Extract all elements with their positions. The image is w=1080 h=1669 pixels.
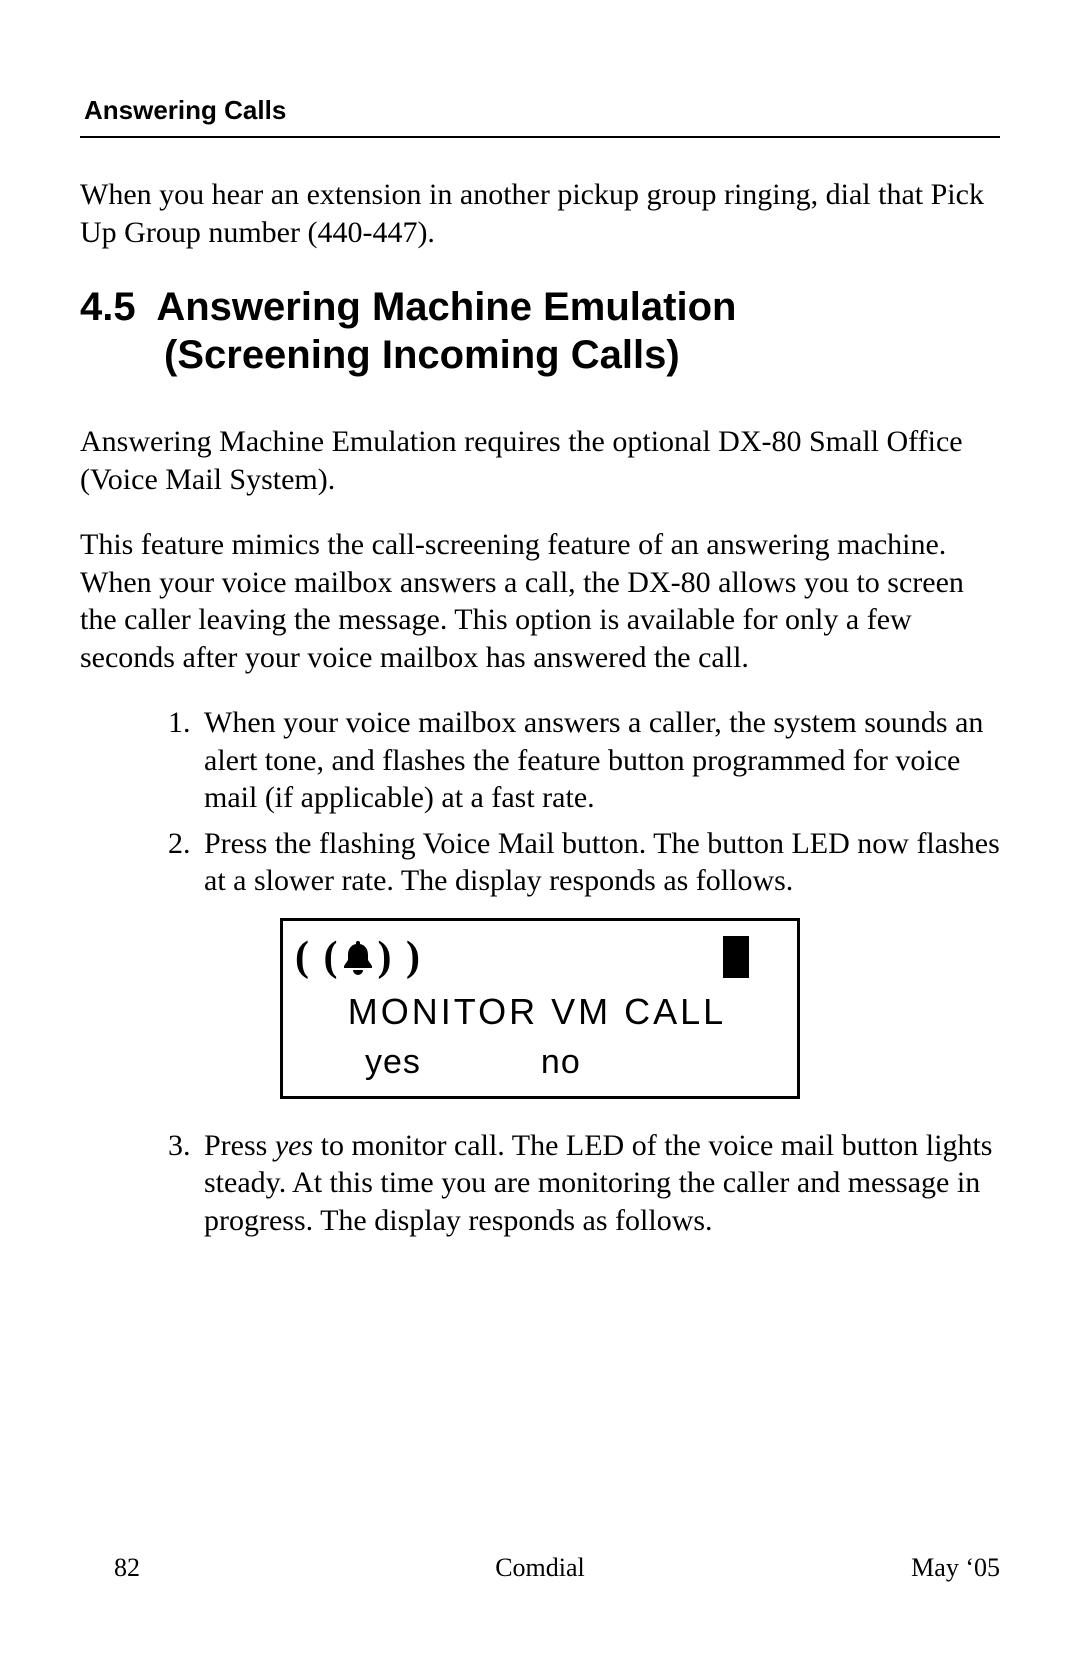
step-1: When your voice mailbox answers a caller… <box>198 704 1000 817</box>
footer-center: Comdial <box>80 1553 1000 1583</box>
display-top-row: ( ( ) ) <box>295 929 779 985</box>
section-para-2: This feature mimics the call-screening f… <box>80 526 1000 676</box>
page-footer: 82 Comdial May ‘05 <box>80 1553 1000 1583</box>
cursor-block-icon <box>723 936 749 978</box>
page: Answering Calls When you hear an extensi… <box>0 0 1080 1669</box>
step-3-rest: to monitor call. The LED of the voice ma… <box>204 1129 992 1237</box>
footer-page-number: 82 <box>114 1553 140 1583</box>
step-3-prefix: Press <box>204 1129 275 1162</box>
footer-date: May ‘05 <box>911 1553 1000 1583</box>
step-3-yes: yes <box>275 1129 313 1162</box>
section-title-line1: Answering Machine Emulation <box>156 285 736 329</box>
running-header: Answering Calls <box>84 95 1000 126</box>
steps-list-cont: Press yes to monitor call. The LED of th… <box>80 1127 1000 1240</box>
display-options-row: yes no <box>295 1043 779 1082</box>
bell-icon <box>341 937 375 977</box>
ring-paren-right: ) ) <box>377 933 421 981</box>
steps-list: When your voice mailbox answers a caller… <box>80 704 1000 900</box>
section-para-1: Answering Machine Emulation requires the… <box>80 423 1000 498</box>
display-option-yes: yes <box>365 1043 421 1082</box>
section-number: 4.5 <box>80 285 136 329</box>
display-option-gap <box>421 1043 541 1082</box>
display-title: MONITOR VM CALL <box>295 991 779 1033</box>
phone-display-panel: ( ( ) ) MONITOR VM CALL yes no <box>280 918 800 1099</box>
section-title-line2: (Screening Incoming Calls) <box>164 331 1000 379</box>
section-heading: 4.5 Answering Machine Emulation (Screeni… <box>80 283 1000 379</box>
step-2: Press the flashing Voice Mail button. Th… <box>198 825 1000 900</box>
intro-paragraph: When you hear an extension in another pi… <box>80 176 1000 251</box>
display-option-no: no <box>541 1043 581 1082</box>
step-3: Press yes to monitor call. The LED of th… <box>198 1127 1000 1240</box>
ring-paren-left: ( ( <box>295 933 339 981</box>
ringing-bell-icon: ( ( ) ) <box>295 933 422 981</box>
header-rule <box>80 136 1000 138</box>
